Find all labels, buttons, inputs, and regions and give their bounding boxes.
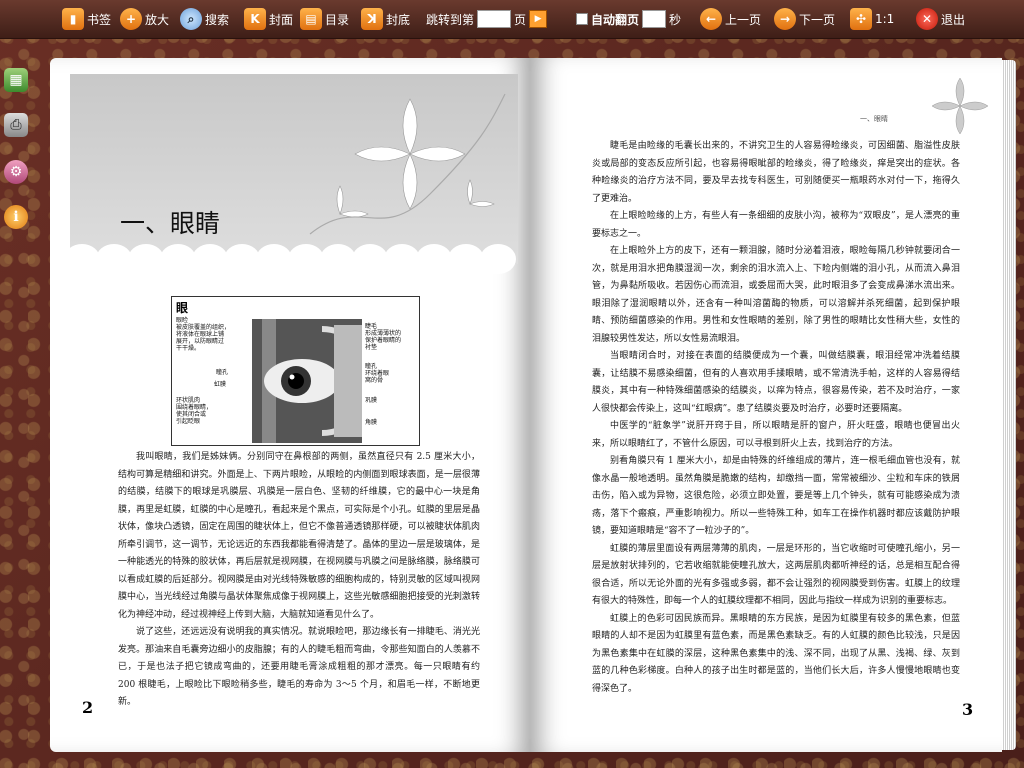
image-icon: ▦	[9, 72, 23, 88]
label-iris: 虹膜	[214, 381, 227, 388]
reader-toolbar: ▮ 书签 + 放大 ⌕ 搜索 K 封面 ▤ 目录 ꓘ 封底 跳转到第 页 ▶ 自…	[0, 0, 1024, 39]
paragraph: 在上眼睑睑缘的上方，有些人有一条细细的皮肤小沟，被称为“双眼皮”，是人漂亮的重要…	[592, 211, 960, 239]
label-lens: 环状肌肉 围绕着眼睛， 使其闭合或 引起眨眼	[176, 397, 213, 425]
paragraph: 我叫眼睛，我们是姊妹俩。分别同守在鼻根部的两侧，虽然直径只有 2.5 厘米大小，…	[118, 452, 480, 620]
figure-title: 眼	[176, 301, 189, 315]
contents-button[interactable]: ▤ 目录	[300, 6, 349, 32]
flower-decoration-small	[931, 77, 989, 135]
close-icon: ✕	[916, 8, 938, 30]
paragraph: 在上眼睑外上方的皮下，还有一颗泪腺，随时分泌着泪液，眼睑每隔几秒钟就要闭合一次，…	[592, 246, 960, 344]
page-number-right: 3	[962, 700, 974, 719]
info-tool[interactable]: i	[4, 205, 28, 229]
auto-flip-seconds-input[interactable]	[642, 10, 667, 28]
zoom-in-icon: +	[120, 8, 142, 30]
running-head: 一、眼睛	[860, 115, 888, 123]
search-button[interactable]: ⌕ 搜索	[180, 6, 229, 32]
goto-page-control: 跳转到第 页 ▶	[426, 6, 548, 32]
next-page-button[interactable]: → 下一页	[774, 6, 835, 32]
image-tool[interactable]: ▦	[4, 68, 28, 92]
search-icon: ⌕	[180, 8, 202, 30]
page-number-left: 2	[82, 698, 94, 717]
settings-tool[interactable]: ⚙	[4, 160, 28, 184]
right-page-body: 睫毛是由睑缘的毛囊长出来的，不讲究卫生的人容易得睑缘炎，可因细菌、脂溢性皮肤炎或…	[592, 138, 960, 698]
zoom-in-button[interactable]: + 放大	[120, 6, 169, 32]
page-stack-edge	[1002, 60, 1016, 750]
auto-flip-control: 自动翻页 秒	[576, 6, 681, 32]
left-page[interactable]: 一、眼睛 眼 眼睑 被皮肤覆盖的组织， 将液体在眼球上铺 展开，以防眼睛过 干干…	[50, 58, 530, 752]
book-icon: ▤	[300, 8, 322, 30]
last-page-icon: ꓘ	[361, 8, 383, 30]
bookmark-icon: ▮	[62, 8, 84, 30]
goto-page-input[interactable]	[477, 10, 512, 28]
first-page-icon: K	[244, 8, 266, 30]
book-spread: 一、眼睛 眼 眼睑 被皮肤覆盖的组织， 将液体在眼球上铺 展开，以防眼睛过 干干…	[50, 58, 1016, 752]
paragraph: 虹膜上的色彩可因民族而异。黑眼睛的东方民族，是因为虹膜里有较多的黑色素，但蓝眼睛…	[592, 613, 960, 694]
flower-decoration	[309, 93, 506, 235]
label-sclera: 巩膜	[365, 397, 378, 404]
prev-page-button[interactable]: ← 上一页	[700, 6, 761, 32]
right-page[interactable]: 一、眼睛 睫毛是由睑缘的毛囊长出来的，不讲究卫生的人容易得睑缘炎，可因细菌、脂溢…	[530, 58, 1002, 752]
bookmark-button[interactable]: ▮ 书签	[62, 6, 111, 32]
paragraph: 说了这些，还远远没有说明我的真实情况。就说眼睑吧，那边缘长有一排睫毛、消光光发亮…	[118, 627, 480, 707]
info-icon: i	[13, 209, 19, 225]
arrow-right-icon: →	[774, 8, 796, 30]
label-cornea: 瞳孔 环绕着眼 窝的骨	[365, 363, 390, 384]
play-icon: ▶	[534, 14, 542, 24]
paragraph: 睫毛是由睑缘的毛囊长出来的，不讲究卫生的人容易得睑缘炎，可因细菌、脂溢性皮肤炎或…	[592, 141, 960, 204]
exit-button[interactable]: ✕ 退出	[916, 6, 965, 32]
printer-icon: ⎙	[10, 117, 22, 133]
arrow-left-icon: ←	[700, 8, 722, 30]
label-lashes: 睫毛 形成薄薄状的 保护着眼睛的 衬垫	[365, 323, 402, 351]
chapter-header-banner: 一、眼睛	[64, 74, 518, 274]
chapter-title: 一、眼睛	[120, 209, 221, 238]
label-eyelid: 眼睑 被皮肤覆盖的组织， 将液体在眼球上铺 展开，以防眼睛过 干干燥。	[176, 317, 231, 352]
paragraph: 当眼睛闭合时，对接在表面的结膜便成为一个囊，叫做结膜囊，眼泪经常冲洗着结膜囊，让…	[592, 351, 960, 414]
cover-button[interactable]: K 封面	[244, 6, 293, 32]
go-button[interactable]: ▶	[529, 10, 548, 28]
eye-illustration	[252, 319, 362, 443]
auto-flip-checkbox[interactable]	[576, 13, 588, 25]
fit-icon: ✣	[850, 8, 872, 30]
label-pupil: 瞳孔	[216, 369, 229, 376]
paragraph: 虹膜的薄层里面设有两层薄薄的肌肉，一层是环形的，当它收缩时可使瞳孔缩小，另一层是…	[592, 543, 960, 607]
paragraph: 中医学的“脏象学”说肝开窍于目，所以眼睛是肝的窗户，肝火旺盛，眼睛也便冒出火来，…	[592, 421, 960, 449]
label-tear: 角膜	[365, 419, 378, 426]
print-tool[interactable]: ⎙	[4, 113, 28, 137]
actual-size-button[interactable]: ✣ 1:1	[850, 6, 894, 32]
left-page-body: 我叫眼睛，我们是姊妹俩。分别同守在鼻根部的两侧，虽然直径只有 2.5 厘米大小，…	[118, 449, 480, 712]
back-cover-button[interactable]: ꓘ 封底	[361, 6, 410, 32]
paragraph: 别看角膜只有 1 厘米大小，却是由特殊的纤维组成的薄片，连一根毛细血管也没有，就…	[592, 456, 960, 536]
eye-diagram-figure: 眼 眼睑 被皮肤覆盖的组织， 将液体在眼球上铺 展开，以防眼睛过 干干燥。 瞳孔…	[171, 296, 420, 446]
gear-icon: ⚙	[9, 164, 23, 180]
